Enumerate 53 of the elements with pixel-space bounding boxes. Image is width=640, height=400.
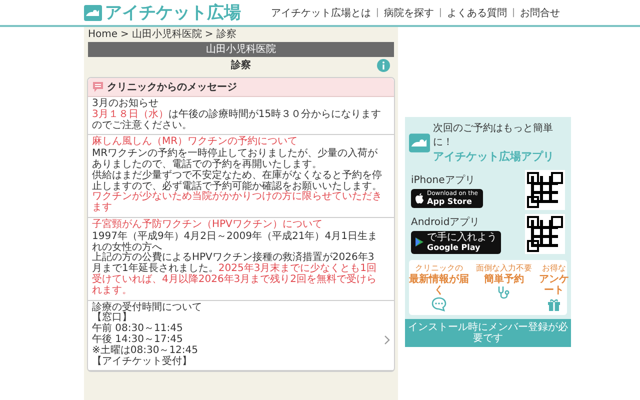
notice-text: 【窓口】 <box>92 313 133 324</box>
breadcrumb-separator: > <box>120 29 129 40</box>
feature-caption: お得な <box>542 264 566 273</box>
nav-separator: | <box>438 8 442 18</box>
message-bubble-icon <box>92 81 104 93</box>
card-title: クリニックからのメッセージ <box>107 81 237 94</box>
nav-link[interactable]: アイチケット広場とは <box>270 6 371 20</box>
qr-code-icon <box>525 214 565 254</box>
feature-title: 最新情報が届く <box>409 274 469 296</box>
store-label: Androidアプリ <box>411 216 481 228</box>
notice-text: 診療の受付時間について <box>92 302 203 313</box>
apple-icon <box>415 192 424 204</box>
notice-text: 午後 14:30～17:45 <box>92 334 184 345</box>
notice-text: ※土曜は08:30～12:45 <box>92 346 200 356</box>
nav-separator: | <box>376 8 379 18</box>
feature-caption: 面倒な入力不要 <box>476 264 532 273</box>
notice-heading: 麻しん風しん（MR）ワクチンの予約について <box>92 137 299 148</box>
nav-link[interactable]: よくある質問 <box>446 6 507 20</box>
play-triangle-icon <box>415 237 424 247</box>
notice-heading: 子宮頸がん予防ワクチン（HPVワクチン）について <box>92 220 324 230</box>
page-title: 診察 <box>231 58 251 72</box>
clinic-name-bar: 山田小児科医院 <box>88 42 394 57</box>
feature-title: アンケート <box>539 274 569 296</box>
breadcrumb-link[interactable]: Home <box>88 29 118 40</box>
chevron-right-icon[interactable] <box>384 335 390 346</box>
nav-link[interactable]: 病院を探す <box>384 6 434 20</box>
notice-text: 上記の方の公費によるHPVワクチン接種の救済措置が2026年3月まで1年延長されました。2025年3月末までに少なくとも1回受けていれば、4月以降2026年3月まで残り2回を無料で受けられます。 <box>92 253 378 297</box>
notice-text: 供給はまだ少量ずつで不安定なため、在庫がなくなると予約を停止しますので、必ず電話で予約可能か確認をお願いいたします。 <box>92 170 383 192</box>
ticket-logo-icon <box>409 132 430 154</box>
qr-code-icon <box>525 170 565 210</box>
notice-text: 3月１８日（水）は午後の診療時間が15時３０分からになりますのでご注意ください。 <box>92 110 382 132</box>
store-label: iPhoneアプリ <box>411 174 476 186</box>
nav-link[interactable]: お問合せ <box>520 6 560 20</box>
banner-footer: インストール時にメンバー登録が必要です <box>405 319 571 347</box>
banner-app-name: アイチケット広場アプリ <box>433 149 556 164</box>
notice-text: MRワクチンの予約を一時停止しておりましたが、少量の入荷がありましたので、電話での予約を再開いたします。 <box>92 149 379 170</box>
ticket-logo-icon <box>84 4 102 20</box>
breadcrumb-link[interactable]: 診察 <box>216 29 236 40</box>
store-badge[interactable]: で手に入れよう Google Play <box>411 230 501 254</box>
notice-text: 3月のお知らせ <box>92 99 160 109</box>
breadcrumb-link[interactable]: 山田小児科医院 <box>132 29 202 40</box>
stethoscope-icon <box>496 285 512 301</box>
nav-separator: | <box>512 8 515 18</box>
notice-text: 【アイチケット受付】 <box>92 356 193 368</box>
notice-text: 午前 08:30～11:45 <box>92 324 184 334</box>
feature-title: 簡単予約 <box>484 274 524 285</box>
breadcrumb-separator: > <box>204 29 214 40</box>
speech-bubble-icon <box>431 296 447 312</box>
banner-tagline: 次回のご予約はもっと簡単に！ <box>433 122 554 149</box>
notice-text: ワクチンが少ないため当院がかかりつけの方に限らせていただきます <box>92 192 383 214</box>
notice-text: 1997年（平成9年）4月2日～2009年（平成21年）4月1日生まれの女性の方へ <box>92 232 378 253</box>
info-icon[interactable] <box>377 59 390 72</box>
feature-caption: クリニックの <box>415 264 463 273</box>
